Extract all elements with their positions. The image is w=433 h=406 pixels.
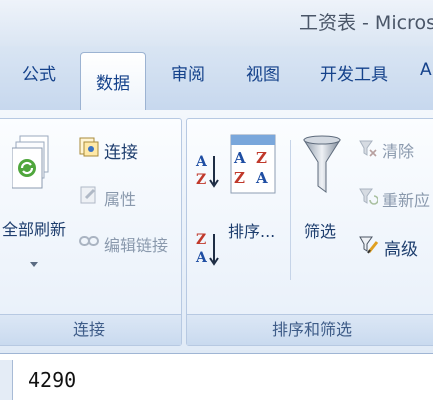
svg-text:A: A — [255, 169, 268, 187]
tab-data-label: 数据 — [96, 74, 130, 94]
sort-dialog-icon[interactable]: A Z Z A — [230, 134, 276, 194]
filter-label[interactable]: 筛选 — [304, 218, 336, 242]
refresh-all-label[interactable]: 全部刷新 — [2, 216, 66, 240]
tab-formulas[interactable]: 公式 — [22, 60, 56, 85]
edit-links-icon — [79, 236, 99, 246]
formula-bar: 4290 — [0, 353, 433, 406]
ribbon-tab-bar: 公式 数据 审阅 视图 开发工具 A — [0, 46, 433, 111]
svg-text:Z: Z — [196, 172, 206, 188]
svg-text:A: A — [195, 154, 208, 170]
reapply-icon — [359, 188, 378, 205]
connections-icon[interactable] — [78, 136, 100, 158]
tab-view[interactable]: 视图 — [246, 60, 280, 85]
advanced-filter-icon[interactable] — [358, 234, 380, 256]
separator — [290, 140, 291, 280]
refresh-all-icon[interactable] — [12, 132, 56, 200]
reapply-label: 重新应 — [382, 191, 431, 210]
advanced-label[interactable]: 高级 — [384, 235, 418, 260]
tab-developer[interactable]: 开发工具 — [320, 60, 388, 85]
group-connections-label: 连接 — [0, 314, 181, 345]
formula-bar-left-edge — [0, 360, 13, 400]
svg-text:A: A — [233, 149, 246, 167]
svg-text:A: A — [195, 250, 208, 266]
group-sort-filter-label: 排序和筛选 — [187, 314, 433, 345]
title-bar: 工资表 - Micros — [0, 0, 433, 46]
clear-label: 清除 — [382, 142, 415, 161]
tab-review[interactable]: 审阅 — [171, 60, 205, 85]
tab-add-ins[interactable]: A — [420, 60, 432, 80]
formula-input[interactable]: 4290 — [28, 368, 76, 392]
sort-label[interactable]: 排序... — [228, 218, 275, 242]
properties-label: 属性 — [104, 190, 137, 209]
chevron-down-icon[interactable] — [30, 262, 38, 268]
svg-text:Z: Z — [196, 232, 206, 248]
connections-label[interactable]: 连接 — [104, 138, 138, 163]
edit-links-label: 编辑链接 — [104, 236, 169, 255]
properties-icon — [80, 186, 96, 204]
svg-text:Z: Z — [234, 169, 245, 187]
filter-funnel-icon[interactable] — [302, 134, 342, 198]
sort-descending-icon[interactable]: Z A — [194, 228, 220, 270]
svg-text:Z: Z — [256, 149, 267, 167]
clear-filter-icon — [359, 140, 377, 157]
sort-ascending-icon[interactable]: A Z — [194, 150, 220, 192]
window-title: 工资表 - Micros — [299, 12, 433, 34]
tab-data[interactable]: 数据 — [80, 52, 146, 111]
